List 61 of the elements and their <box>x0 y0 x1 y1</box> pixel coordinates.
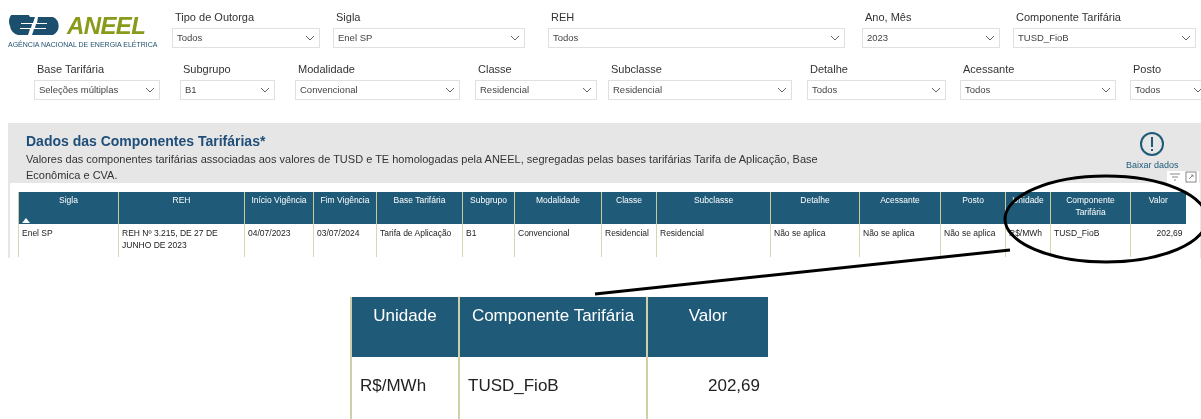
filter-label: Componente Tarifária <box>1015 10 1122 24</box>
column-header[interactable]: Modalidade <box>514 192 602 224</box>
filter-label: Posto <box>1132 62 1163 76</box>
column-header[interactable]: Fim Vigência <box>313 192 377 224</box>
inset-cell: 202,69 <box>646 357 768 419</box>
filter-dropdown[interactable]: Todos <box>1130 80 1201 100</box>
filter-label: REH <box>550 10 576 24</box>
inset-cell: R$/MWh <box>350 357 458 419</box>
column-header[interactable]: Subgrupo <box>462 192 515 224</box>
download-button[interactable]: Baixar dados <box>1126 159 1179 173</box>
filter-label: Base Tarifária <box>36 62 106 76</box>
table-cell: Não se aplica <box>859 224 941 257</box>
column-header[interactable]: Posto <box>940 192 1006 224</box>
column-header[interactable]: Detalhe <box>770 192 860 224</box>
filter-dropdown[interactable]: Todos <box>807 80 946 100</box>
filter-dropdown[interactable]: Todos <box>172 28 320 48</box>
filter-dropdown[interactable]: Todos <box>960 80 1116 100</box>
table-cell: 202,69 <box>1130 224 1186 257</box>
column-header[interactable]: Subclasse <box>656 192 771 224</box>
filter-dropdown[interactable]: Convencional <box>295 80 460 100</box>
filter-label: Tipo de Outorga <box>174 10 256 24</box>
table-cell: 04/07/2023 <box>244 224 314 257</box>
table-cell: Tarifa de Aplicação <box>376 224 463 257</box>
filter-label: Detalhe <box>809 62 849 76</box>
table-cell: Enel SP <box>18 224 119 257</box>
table-cell: Não se aplica <box>770 224 860 257</box>
table-cell: Não se aplica <box>940 224 1006 257</box>
filter-label: Subgrupo <box>182 62 232 76</box>
filter-dropdown[interactable]: 2023 <box>862 28 1000 48</box>
filter-label: Ano, Mês <box>864 10 913 24</box>
column-header[interactable]: Base Tarifária <box>376 192 463 224</box>
filter-label: Sigla <box>335 10 362 24</box>
table-cell: TUSD_FioB <box>1050 224 1131 257</box>
logo-text: ANEEL <box>67 14 146 38</box>
table-cell: Residencial <box>656 224 771 257</box>
column-header[interactable]: Classe <box>601 192 657 224</box>
table-cell: Residencial <box>601 224 657 257</box>
filter-label: Subclasse <box>610 62 663 76</box>
filter-label: Acessante <box>962 62 1016 76</box>
filter-dropdown[interactable]: B1 <box>180 80 275 100</box>
table-cell: B1 <box>462 224 515 257</box>
column-header[interactable]: Componente Tarifária <box>1050 192 1131 224</box>
column-header[interactable]: Acessante <box>859 192 941 224</box>
column-header[interactable]: Sigla <box>18 192 119 224</box>
filter-dropdown[interactable]: Todos <box>548 28 845 48</box>
table-cell: REH Nº 3.215, DE 27 DE JUNHO DE 2023 <box>118 224 245 257</box>
table-cell: Convencional <box>514 224 602 257</box>
filter-dropdown[interactable]: Seleções múltiplas <box>34 80 160 100</box>
filter-label: Classe <box>477 62 513 76</box>
panel-title: Dados das Componentes Tarifárias* <box>26 133 267 151</box>
panel-description: Valores das componentes tarifárias associadas aos valores de TUSD e TE homologadas pela ANEEL, segregadas pelas bases tarifárias Tarifa de Aplicação, Base Econômica e CVA. <box>26 151 819 183</box>
filter-label: Modalidade <box>297 62 356 76</box>
table-cell: 03/07/2024 <box>313 224 377 257</box>
inset-cell: TUSD_FioB <box>458 357 646 419</box>
column-header[interactable]: REH <box>118 192 245 224</box>
filter-dropdown[interactable]: Enel SP <box>333 28 525 48</box>
filter-dropdown[interactable]: TUSD_FioB <box>1013 28 1196 48</box>
filter-dropdown[interactable]: Residencial <box>608 80 792 100</box>
filter-dropdown[interactable]: Residencial <box>475 80 597 100</box>
column-header[interactable]: Início Vigência <box>244 192 314 224</box>
column-header[interactable]: Valor <box>1130 192 1186 224</box>
